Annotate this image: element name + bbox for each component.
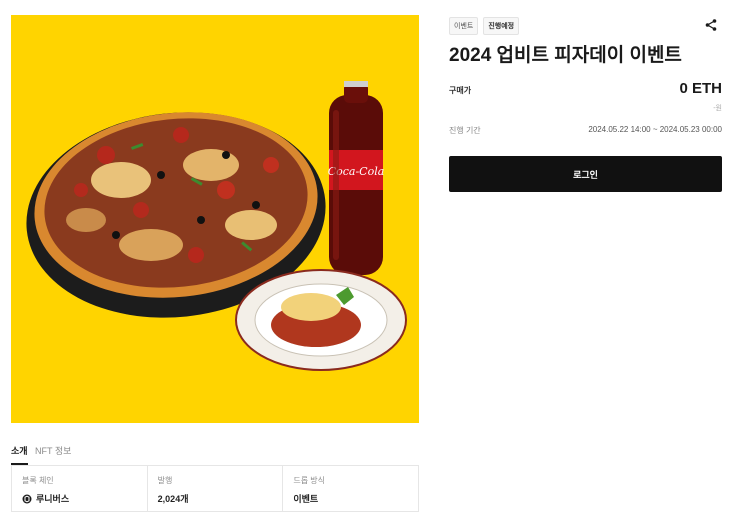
tab-nft-info[interactable]: NFT 정보	[35, 444, 71, 463]
status-badge: 진행예정	[483, 17, 520, 35]
period-label: 진행 기간	[449, 126, 481, 135]
drop-method-cell: 드롭 방식 이벤트	[283, 466, 418, 511]
blockchain-label: 블록 체인	[22, 476, 54, 485]
period-value: 2024.05.22 14:00 ~ 2024.05.23 00:00	[588, 125, 722, 134]
blockchain-value: 루니버스	[22, 492, 137, 505]
tab-intro[interactable]: 소개	[11, 444, 28, 465]
issued-value: 2,024개	[157, 494, 189, 504]
category-badge: 이벤트	[449, 17, 479, 35]
price-value: 0 ETH	[679, 80, 722, 97]
price-krw: -원	[713, 105, 722, 112]
nft-info-table: 블록 체인 루니버스 발행 2,024개 드롭 방식 이벤트	[11, 465, 419, 512]
luniverse-icon	[22, 494, 32, 503]
share-icon[interactable]	[704, 18, 718, 32]
blockchain-cell: 블록 체인 루니버스	[12, 466, 148, 511]
content-tabs: 소개 NFT 정보	[11, 444, 419, 465]
price-label: 구매가	[449, 86, 472, 95]
login-button[interactable]: 로그인	[449, 156, 722, 192]
drop-method-label: 드롭 방식	[293, 476, 326, 485]
drop-method-value: 이벤트	[293, 494, 319, 504]
blockchain-text: 루니버스	[36, 494, 70, 504]
issued-cell: 발행 2,024개	[148, 466, 284, 511]
event-title: 2024 업비트 피자데이 이벤트	[449, 45, 682, 66]
event-badges: 이벤트 진행예정	[449, 17, 520, 35]
issued-label: 발행	[157, 476, 173, 485]
event-image: Coca-Cola	[11, 15, 419, 423]
pizza-cola-pasta-illustration: Coca-Cola	[26, 81, 407, 371]
